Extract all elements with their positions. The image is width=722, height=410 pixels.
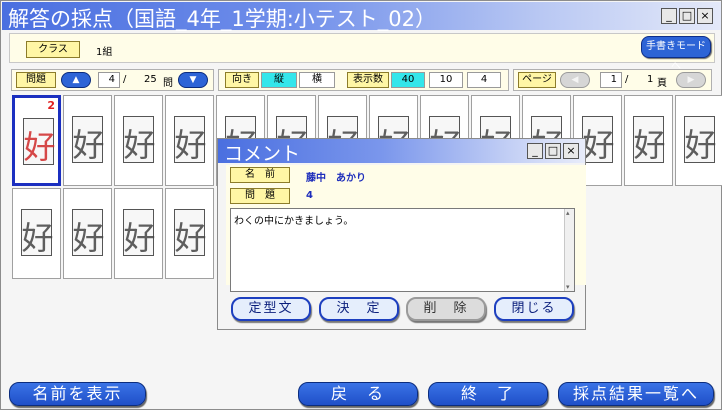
handwritten-answer: 好 [72,219,105,257]
page-nav-panel: ページ ◀ 1 / 1 頁 ▶ [513,69,712,91]
orientation-label: 向き [225,72,259,88]
answer-cell[interactable]: 好 [114,188,163,279]
template-text-button[interactable]: 定型文 [231,297,311,321]
handwritten-answer: 好 [72,126,105,164]
right-arrow-icon: ▶ [687,75,695,85]
handwritten-answer: 好 [21,219,54,257]
page-prev-button[interactable]: ◀ [560,72,590,88]
question-sep: / [123,74,127,85]
close-dialog-button[interactable]: 閉じる [494,297,574,321]
answer-cell[interactable]: 好 [114,95,163,186]
left-arrow-icon: ◀ [571,75,579,85]
answer-cell[interactable]: 好 [63,188,112,279]
answer-cell[interactable]: 好 [165,188,214,279]
exit-button[interactable]: 終 了 [428,382,548,406]
down-arrow-icon: ▼ [189,75,197,85]
question-nav-panel: 問題 ▲ 4 / 25 問 ▼ [11,69,214,91]
handwritten-answer: 好 [174,219,207,257]
dialog-question-label: 問 題 [230,188,290,204]
page-total: 1 [647,74,654,85]
comment-textarea[interactable]: わくの中にかきましょう。 [230,208,575,292]
dialog-close-button[interactable]: × [563,143,579,159]
question-total: 25 [144,74,157,85]
student-name-value: 藤中 あかり [306,173,366,184]
handwritten-answer: 好 [23,128,56,166]
window-title: 解答の採点（国語_4年_1学期:小テスト_02） [8,7,437,31]
comment-scrollbar[interactable] [564,209,574,291]
close-button[interactable]: × [697,8,713,24]
comment-dialog: コメント _ □ × 名 前 藤中 あかり 問 題 4 わくの中にかきましょう。… [217,138,586,330]
view-options-panel: 向き 縦 横 表示数 40 10 4 [218,69,509,91]
student-name-label: 名 前 [230,167,290,183]
answer-cell[interactable]: 好 [165,95,214,186]
maximize-button[interactable]: □ [679,8,695,24]
class-bar: クラス 1組 [9,33,715,63]
orientation-horizontal[interactable]: 横 [299,72,335,88]
question-unit: 問 [163,78,173,89]
dialog-title: コメント [224,143,301,165]
class-label: クラス [26,41,80,58]
dialog-window-controls: _ □ × [527,143,579,159]
window-controls: _ □ × [661,8,713,24]
answer-cell[interactable]: 好 [63,95,112,186]
question-label: 問題 [16,72,56,88]
grade-mark: 2 [47,99,55,112]
display-count-40[interactable]: 40 [391,72,425,88]
show-names-button[interactable]: 名前を表示 [9,382,146,406]
answer-cell[interactable]: 好 [675,95,722,186]
answer-cell[interactable]: 好 [12,188,61,279]
delete-button[interactable]: 削 除 [406,297,486,321]
up-arrow-icon: ▲ [72,75,80,85]
dialog-minimize-button[interactable]: _ [527,143,543,159]
handwritten-answer: 好 [174,126,207,164]
page-current[interactable]: 1 [600,72,622,88]
handwritten-answer: 好 [123,219,156,257]
display-count-10[interactable]: 10 [429,72,463,88]
answer-cell[interactable]: 好 [624,95,673,186]
question-up-button[interactable]: ▲ [61,72,91,88]
back-button[interactable]: 戻 る [298,382,418,406]
page-unit: 頁 [657,78,667,89]
handwrite-mode-button[interactable]: 手書きモードへ [641,36,711,72]
confirm-button[interactable]: 決 定 [319,297,399,321]
results-list-button[interactable]: 採点結果一覧へ [558,382,714,406]
question-down-button[interactable]: ▼ [178,72,208,88]
handwritten-answer: 好 [633,126,666,164]
dialog-question-value: 4 [306,190,313,201]
comment-text: わくの中にかきましょう。 [234,216,354,227]
question-current[interactable]: 4 [98,72,120,88]
class-value: 1組 [96,47,113,58]
main-window: 解答の採点（国語_4年_1学期:小テスト_02） _ □ × クラス 1組 手書… [0,0,722,410]
page-label: ページ [518,72,556,88]
dialog-title-bar: コメント _ □ × [218,139,585,165]
display-count-label: 表示数 [347,72,389,88]
page-next-button[interactable]: ▶ [676,72,706,88]
answer-cell[interactable]: 好2 [12,95,61,186]
page-sep: / [625,74,629,85]
title-bar: 解答の採点（国語_4年_1学期:小テスト_02） _ □ × [2,2,721,31]
handwritten-answer: 好 [684,126,717,164]
dialog-maximize-button[interactable]: □ [545,143,561,159]
orientation-vertical[interactable]: 縦 [261,72,297,88]
handwritten-answer: 好 [123,126,156,164]
display-count-4[interactable]: 4 [467,72,501,88]
minimize-button[interactable]: _ [661,8,677,24]
